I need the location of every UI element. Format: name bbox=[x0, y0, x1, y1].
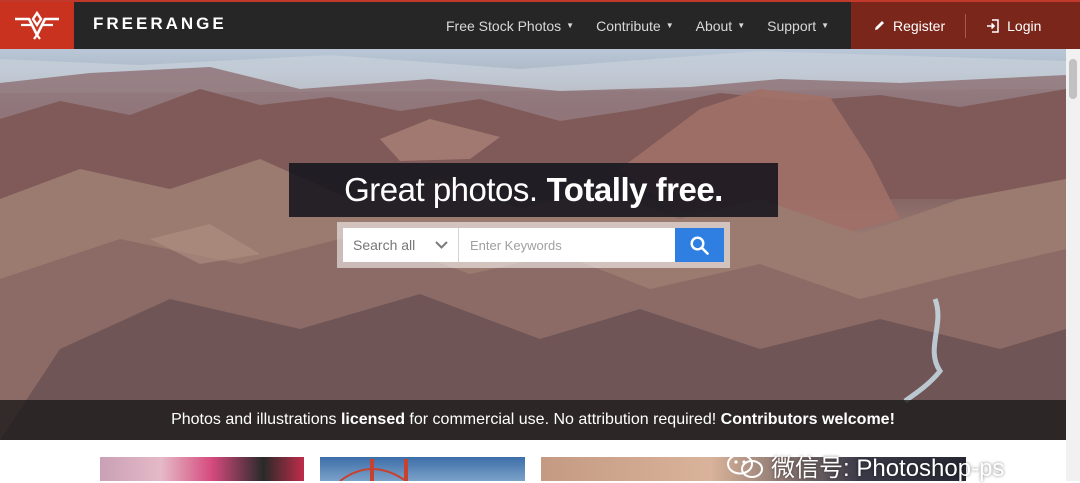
nav-free-stock-photos[interactable]: Free Stock Photos ▼ bbox=[446, 18, 574, 34]
search-icon bbox=[690, 235, 709, 255]
logo[interactable] bbox=[0, 2, 74, 49]
keyword-search-input[interactable] bbox=[459, 228, 675, 262]
watermark-text: 微信号: Photoshop-ps bbox=[771, 455, 1005, 482]
sign-in-icon bbox=[987, 18, 999, 33]
headline-bold: Totally free. bbox=[546, 171, 724, 208]
chevron-down-icon bbox=[435, 241, 448, 249]
caret-down-icon: ▼ bbox=[821, 21, 830, 30]
tagline-bold-contributors: Contributors welcome! bbox=[720, 411, 895, 428]
nav-contribute[interactable]: Contribute ▼ bbox=[596, 18, 674, 34]
photo-thumbnail[interactable] bbox=[320, 457, 525, 481]
caret-down-icon: ▼ bbox=[566, 21, 575, 30]
hero-headline: Great photos. Totally free. bbox=[289, 163, 778, 217]
search-bar: Search all bbox=[337, 222, 730, 268]
top-navbar: FREERANGE Free Stock Photos ▼ Contribute… bbox=[0, 0, 1080, 49]
scrollbar-thumb[interactable] bbox=[1069, 59, 1077, 99]
hero-tagline: Photos and illustrations licensed for co… bbox=[0, 400, 1066, 440]
brand-name[interactable]: FREERANGE bbox=[93, 14, 227, 34]
nav-item-label: Free Stock Photos bbox=[446, 17, 562, 34]
nav-item-label: Contribute bbox=[596, 17, 661, 34]
page-scrollbar[interactable] bbox=[1066, 49, 1080, 481]
tagline-bold-licensed: licensed bbox=[340, 411, 405, 428]
pencil-icon bbox=[875, 21, 884, 30]
caret-down-icon: ▼ bbox=[737, 21, 746, 30]
tagline-text-2: for commercial use. No attribution requi… bbox=[404, 411, 721, 428]
auth-divider bbox=[965, 13, 967, 38]
photo-thumbnail[interactable] bbox=[100, 457, 304, 481]
auth-panel: Register Login bbox=[851, 2, 1080, 49]
caret-down-icon: ▼ bbox=[665, 21, 674, 30]
login-label: Login bbox=[1007, 17, 1042, 34]
freerange-logo-icon bbox=[15, 10, 59, 40]
register-link[interactable]: Register bbox=[873, 18, 945, 34]
register-label: Register bbox=[893, 17, 946, 34]
bridge-image bbox=[339, 459, 408, 481]
search-button[interactable] bbox=[675, 228, 724, 262]
nav-item-label: Support bbox=[767, 17, 817, 34]
search-scope-label: Search all bbox=[353, 237, 416, 253]
wechat-icon bbox=[727, 453, 763, 478]
nav-about[interactable]: About ▼ bbox=[696, 18, 746, 34]
wechat-watermark: 微信号: Photoshop-ps bbox=[725, 448, 1004, 483]
nav-item-label: About bbox=[695, 17, 733, 34]
login-link[interactable]: Login bbox=[986, 18, 1041, 34]
headline-regular: Great photos. bbox=[344, 171, 538, 208]
nav-support[interactable]: Support ▼ bbox=[767, 18, 829, 34]
main-nav: Free Stock Photos ▼ Contribute ▼ About ▼… bbox=[446, 2, 851, 49]
hero-banner: Great photos. Totally free. Search all P… bbox=[0, 49, 1066, 440]
search-scope-select[interactable]: Search all bbox=[343, 228, 459, 262]
tagline-text-1: Photos and illustrations bbox=[171, 411, 341, 428]
